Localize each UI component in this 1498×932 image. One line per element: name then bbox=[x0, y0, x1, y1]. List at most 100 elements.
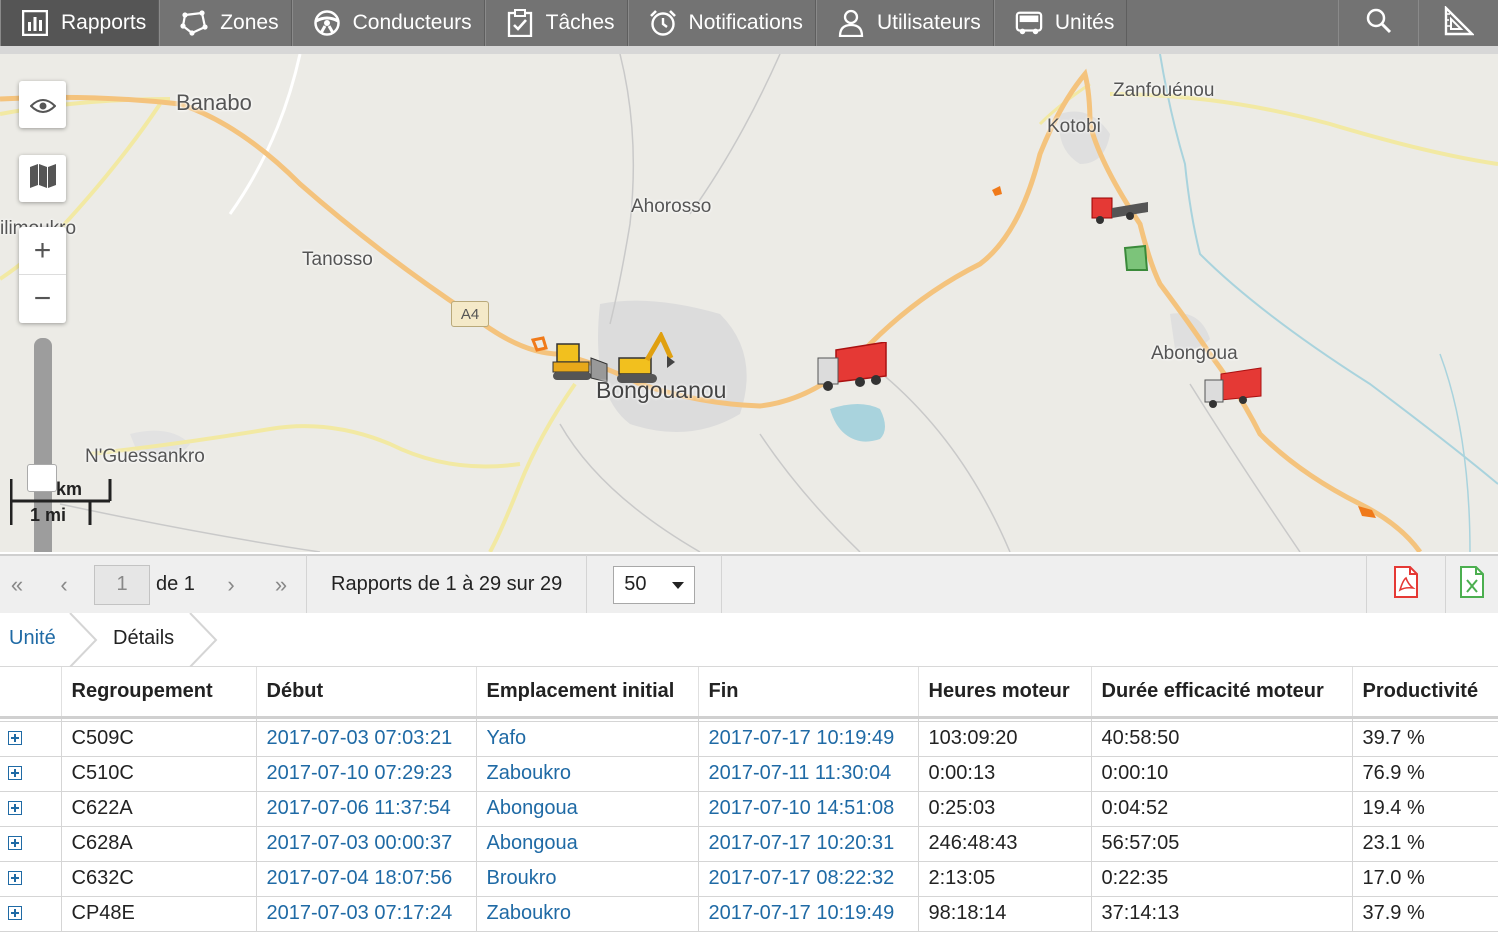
table-cell: 17.0 % bbox=[1352, 861, 1498, 897]
row-expander-cell[interactable] bbox=[0, 896, 62, 932]
place-label: Bongouanou bbox=[596, 377, 727, 403]
nav-notifications[interactable]: Notifications bbox=[627, 0, 816, 46]
column-header[interactable]: Productivité bbox=[1352, 667, 1498, 719]
column-header[interactable]: Heures moteur bbox=[918, 667, 1092, 719]
table-cell[interactable]: 2017-07-06 11:37:54 bbox=[256, 791, 477, 827]
nav-conducteurs[interactable]: Conducteurs bbox=[291, 0, 485, 46]
nav-rapports[interactable]: Rapports bbox=[0, 0, 160, 46]
column-header[interactable]: Durée efficacité moteur bbox=[1091, 667, 1353, 719]
table-cell[interactable]: 2017-07-03 00:00:37 bbox=[256, 826, 477, 862]
minor-road bbox=[689, 54, 781, 215]
zoom-out-button[interactable]: − bbox=[19, 275, 66, 323]
steering-wheel-icon bbox=[313, 9, 341, 37]
table-cell: 23.1 % bbox=[1352, 826, 1498, 862]
nav-zones[interactable]: Zones bbox=[159, 0, 292, 46]
page-size-value: 50 bbox=[624, 573, 647, 595]
nav-label: Unités bbox=[1054, 11, 1115, 34]
red-truck-icon[interactable] bbox=[1203, 366, 1263, 410]
table-cell[interactable]: Broukro bbox=[476, 861, 699, 897]
page-number-input[interactable]: 1 bbox=[94, 564, 150, 605]
export-excel-button[interactable] bbox=[1446, 555, 1498, 614]
nav-unites[interactable]: Unités bbox=[993, 0, 1128, 46]
table-cell[interactable]: 2017-07-17 10:20:31 bbox=[698, 826, 919, 862]
expand-plus-icon[interactable] bbox=[8, 871, 22, 885]
table-cell: C632C bbox=[61, 861, 257, 897]
table-cell[interactable]: Abongoua bbox=[476, 826, 699, 862]
table-row[interactable]: C632C 2017-07-04 18:07:56 Broukro 2017-07-1… bbox=[0, 861, 1498, 897]
table-cell[interactable]: Zaboukro bbox=[476, 896, 699, 932]
table-cell[interactable]: 2017-07-11 11:30:04 bbox=[698, 756, 919, 792]
table-cell[interactable]: 2017-07-10 07:29:23 bbox=[256, 756, 477, 792]
next-page-button[interactable]: › bbox=[206, 572, 256, 598]
table-row[interactable]: CP48E 2017-07-03 07:17:24 Zaboukro 2017-07-… bbox=[0, 896, 1498, 932]
first-page-button[interactable]: « bbox=[0, 572, 34, 598]
page-count-label: de 1 bbox=[156, 573, 195, 595]
table-cell[interactable]: 2017-07-04 18:07:56 bbox=[256, 861, 477, 897]
row-expander-cell[interactable] bbox=[0, 861, 62, 897]
row-expander-cell[interactable] bbox=[0, 791, 62, 827]
nav-taches[interactable]: Tâches bbox=[484, 0, 628, 46]
zoom-in-button[interactable]: + bbox=[19, 227, 66, 275]
secondary-road bbox=[488, 382, 577, 552]
column-header[interactable]: Fin bbox=[698, 667, 919, 719]
expand-plus-icon[interactable] bbox=[8, 906, 22, 920]
column-header[interactable]: Regroupement bbox=[61, 667, 257, 719]
table-cell[interactable]: 2017-07-17 08:22:32 bbox=[698, 861, 919, 897]
bus-icon bbox=[1015, 9, 1043, 37]
table-cell: 0:04:52 bbox=[1091, 791, 1353, 827]
expand-plus-icon[interactable] bbox=[8, 766, 22, 780]
tow-truck-icon[interactable] bbox=[1090, 192, 1150, 226]
table-cell[interactable]: 2017-07-03 07:17:24 bbox=[256, 896, 477, 932]
table-row[interactable]: C622A 2017-07-06 11:37:54 Abongoua 2017-07-… bbox=[0, 791, 1498, 827]
place-label: Tanosso bbox=[302, 249, 373, 270]
report-table: Regroupement Début Emplacement initial F… bbox=[0, 667, 1498, 932]
expand-plus-icon[interactable] bbox=[8, 731, 22, 745]
pagination-bar: « ‹ 1 de 1 › » Rapports de 1 à 29 sur 29… bbox=[0, 554, 1498, 614]
page-size-select[interactable]: 50 bbox=[613, 565, 696, 604]
table-cell: 37.9 % bbox=[1352, 896, 1498, 932]
map-layers-button[interactable] bbox=[19, 155, 66, 202]
measure-button[interactable] bbox=[1418, 0, 1498, 46]
table-cell: C622A bbox=[61, 791, 257, 827]
row-expander-cell[interactable] bbox=[0, 721, 62, 757]
table-cell: C509C bbox=[61, 721, 257, 757]
nav-label: Zones bbox=[220, 11, 279, 34]
table-cell: 0:25:03 bbox=[918, 791, 1092, 827]
table-cell: 103:09:20 bbox=[918, 721, 1092, 757]
table-cell[interactable]: 2017-07-03 07:03:21 bbox=[256, 721, 477, 757]
row-expander-cell[interactable] bbox=[0, 756, 62, 792]
table-row[interactable]: C510C 2017-07-10 07:29:23 Zaboukro 2017-07-… bbox=[0, 756, 1498, 792]
minor-road bbox=[869, 363, 1011, 552]
clipboard-check-icon bbox=[506, 9, 534, 37]
table-cell[interactable]: Abongoua bbox=[476, 791, 699, 827]
ruler-triangle-icon bbox=[1444, 4, 1475, 41]
road-label: A4 bbox=[451, 301, 489, 327]
caret-down-icon bbox=[672, 573, 685, 596]
search-button[interactable] bbox=[1338, 0, 1418, 46]
table-cell[interactable]: 2017-07-17 10:19:49 bbox=[698, 896, 919, 932]
prev-page-button[interactable]: ‹ bbox=[34, 572, 94, 598]
pdf-file-icon bbox=[1393, 566, 1419, 603]
map-view[interactable]: Banabo Zanfouénou Kotobi Ahorosso Tanoss… bbox=[0, 54, 1498, 552]
column-header[interactable]: Début bbox=[256, 667, 477, 719]
red-truck-icon[interactable] bbox=[816, 342, 888, 394]
column-header[interactable]: Emplacement initial bbox=[476, 667, 699, 719]
export-pdf-button[interactable] bbox=[1367, 555, 1445, 614]
last-page-button[interactable]: » bbox=[256, 572, 306, 598]
visibility-button[interactable] bbox=[19, 81, 66, 128]
row-expander-cell[interactable] bbox=[0, 826, 62, 862]
table-row[interactable]: C628A 2017-07-03 00:00:37 Abongoua 2017-07-… bbox=[0, 826, 1498, 862]
zoom-controls: + − bbox=[19, 227, 66, 323]
expand-plus-icon[interactable] bbox=[8, 836, 22, 850]
breadcrumb-unit[interactable]: Unité bbox=[9, 627, 56, 650]
zones-polygon-icon bbox=[180, 9, 208, 37]
table-cell[interactable]: 2017-07-10 14:51:08 bbox=[698, 791, 919, 827]
table-cell[interactable]: Yafo bbox=[476, 721, 699, 757]
expand-plus-icon[interactable] bbox=[8, 801, 22, 815]
table-cell[interactable]: Zaboukro bbox=[476, 756, 699, 792]
table-row[interactable]: C509C 2017-07-03 07:03:21 Yafo 2017-07-17 1… bbox=[0, 721, 1498, 757]
table-cell[interactable]: 2017-07-17 10:19:49 bbox=[698, 721, 919, 757]
chevron-right-icon: › bbox=[227, 571, 235, 597]
scale-mi-label: 1 mi bbox=[30, 505, 67, 525]
nav-utilisateurs[interactable]: Utilisateurs bbox=[815, 0, 994, 46]
